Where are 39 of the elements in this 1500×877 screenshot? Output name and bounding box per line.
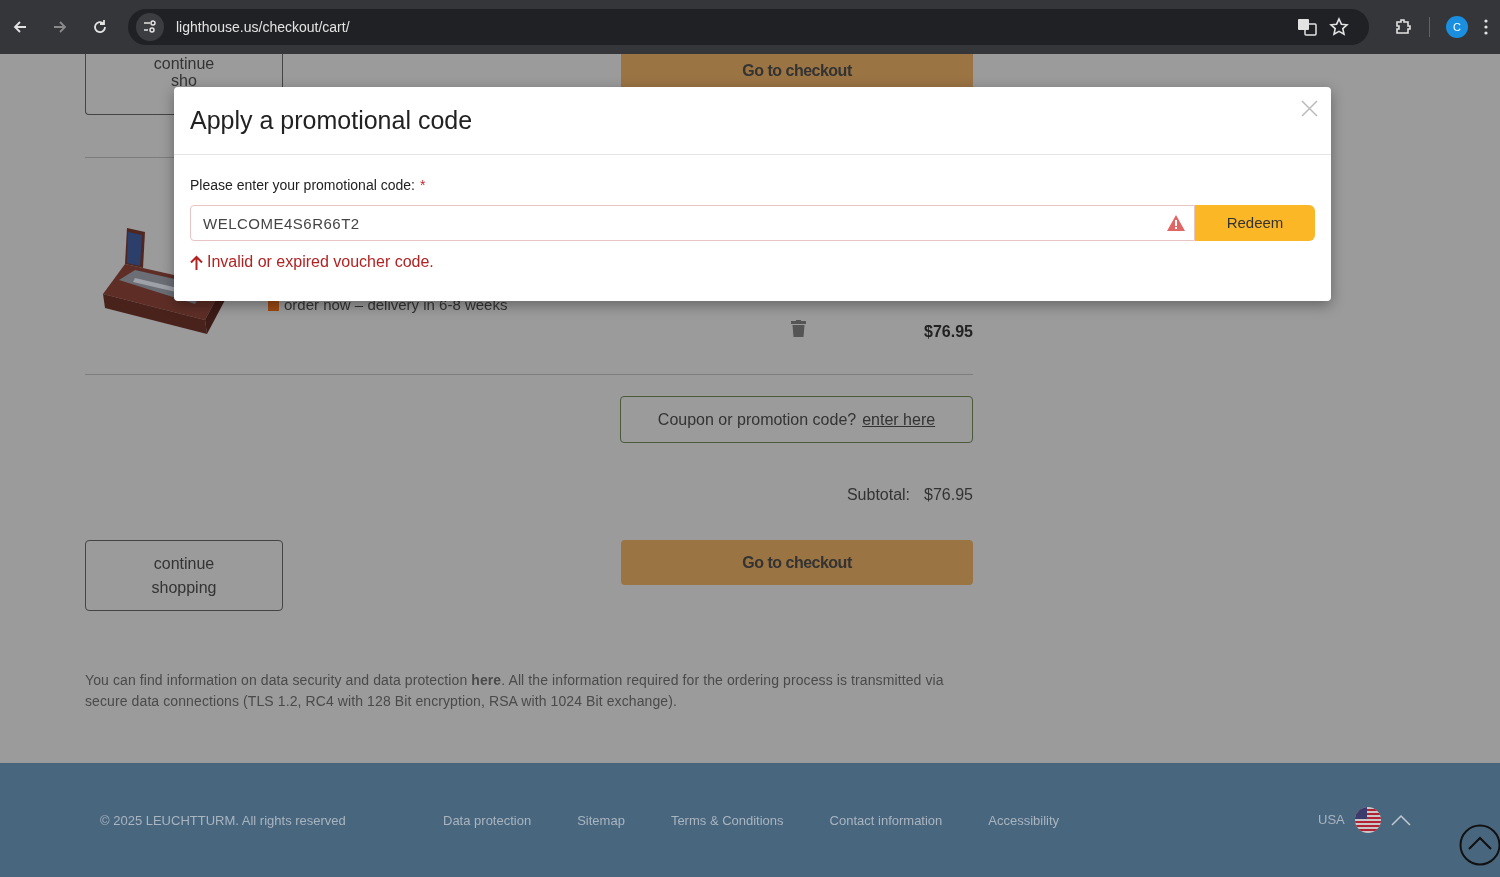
extensions-icon[interactable] [1393,17,1413,37]
promo-code-field[interactable]: WELCOME4S6R66T2 [190,205,1195,241]
warning-icon [1167,215,1185,231]
country-label[interactable]: USA [1318,810,1345,830]
flag-icon[interactable] [1354,807,1381,833]
error-message: Invalid or expired voucher code. [207,252,434,272]
url-text[interactable]: lighthouse.us/checkout/cart/ [176,16,1285,38]
scroll-to-top-icon[interactable] [1459,824,1500,866]
star-icon[interactable] [1329,17,1349,37]
subtotal-label: Subtotal: [846,485,911,505]
field-label: Please enter your promotional code: [190,176,415,195]
availability-indicator [268,299,279,311]
continue-shopping-button[interactable]: continue shopping [85,540,283,611]
trash-icon[interactable] [791,320,806,337]
reload-icon[interactable] [92,19,108,35]
item-price: $76.95 [924,322,973,342]
back-icon[interactable] [12,19,28,35]
footer-link[interactable]: Sitemap [577,811,625,831]
address-bar[interactable]: lighthouse.us/checkout/cart/ [128,9,1369,45]
footer-link[interactable]: Terms & Conditions [670,811,784,831]
checkout-button[interactable]: Go to checkout [621,54,973,87]
required-mark: * [419,176,426,195]
profile-avatar[interactable]: C [1446,16,1468,38]
enter-here-link[interactable]: enter here [862,407,936,432]
menu-icon[interactable] [1484,19,1488,35]
arrow-up-icon [190,254,203,270]
checkout-button[interactable]: Go to checkout [621,540,973,585]
copyright-text: © 2025 LEUCHTTURM. All rights reserved [100,812,346,830]
site-settings-icon[interactable] [136,13,164,41]
security-notice: You can find information on data security and data protection here. All the information required for the ordering process is transmitted via secure data connections (TLS 1.2, RC4 with 128 Bit encryption, RSA with 1024 Bit exchange). [85,671,945,711]
forward-icon[interactable] [52,19,68,35]
redeem-button[interactable]: Redeem [1195,205,1315,241]
footer-link[interactable]: Data protection [443,811,532,831]
coupon-prompt: Coupon or promotion code? [657,409,857,430]
translate-icon[interactable] [1297,17,1317,37]
subtotal-value: $76.95 [924,485,973,505]
footer-link[interactable]: Accessibility [988,811,1060,831]
chevron-up-icon[interactable] [1390,814,1411,826]
footer-link[interactable]: Contact information [829,811,943,831]
